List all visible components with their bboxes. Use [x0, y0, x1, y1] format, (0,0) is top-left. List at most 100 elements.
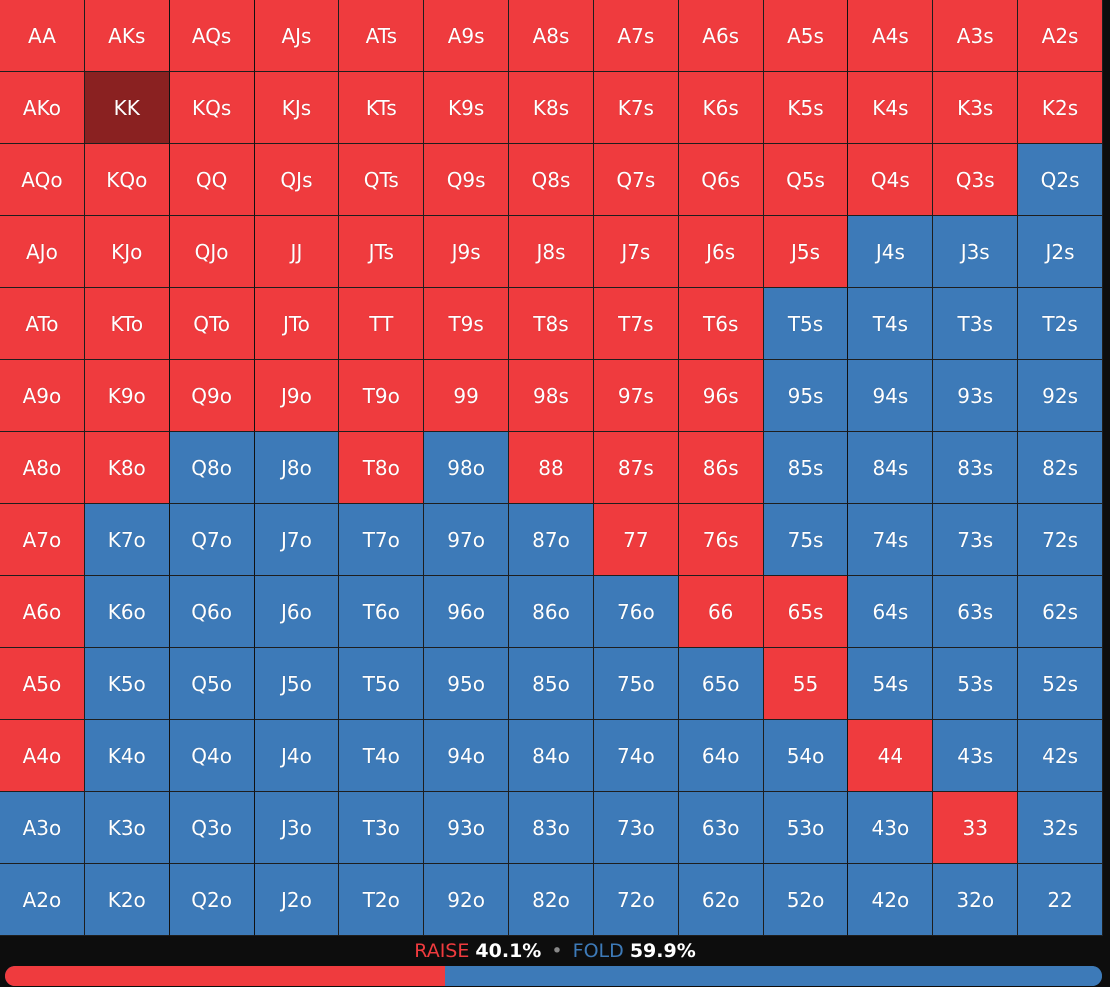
hand-cell-k4s[interactable]: K4s	[848, 72, 934, 144]
hand-cell-72s[interactable]: 72s	[1018, 504, 1103, 576]
hand-cell-q8s[interactable]: Q8s	[509, 144, 594, 216]
hand-cell-j5s[interactable]: J5s	[763, 216, 849, 288]
hand-cell-kjs[interactable]: KJs	[254, 72, 340, 144]
hand-cell-82s[interactable]: 82s	[1018, 432, 1103, 504]
hand-cell-k3s[interactable]: K3s	[933, 72, 1019, 144]
hand-cell-q3o[interactable]: Q3o	[169, 792, 255, 864]
hand-cell-tt[interactable]: TT	[339, 288, 425, 360]
hand-cell-92o[interactable]: 92o	[424, 864, 510, 936]
hand-cell-k2o[interactable]: K2o	[84, 864, 170, 936]
hand-cell-t7s[interactable]: T7s	[593, 288, 679, 360]
hand-cell-k7o[interactable]: K7o	[84, 504, 170, 576]
hand-cell-87s[interactable]: 87s	[593, 432, 679, 504]
hand-cell-99[interactable]: 99	[424, 360, 510, 432]
hand-cell-t5o[interactable]: T5o	[339, 648, 425, 720]
hand-cell-t2s[interactable]: T2s	[1018, 288, 1103, 360]
hand-cell-64o[interactable]: 64o	[678, 720, 764, 792]
hand-cell-43o[interactable]: 43o	[848, 792, 934, 864]
hand-cell-t5s[interactable]: T5s	[763, 288, 849, 360]
hand-cell-93o[interactable]: 93o	[424, 792, 510, 864]
hand-cell-94o[interactable]: 94o	[424, 720, 510, 792]
hand-cell-a9s[interactable]: A9s	[424, 0, 510, 72]
hand-cell-k5s[interactable]: K5s	[763, 72, 849, 144]
hand-cell-64s[interactable]: 64s	[848, 576, 934, 648]
hand-cell-97s[interactable]: 97s	[593, 360, 679, 432]
hand-cell-75o[interactable]: 75o	[593, 648, 679, 720]
hand-cell-a2s[interactable]: A2s	[1018, 0, 1103, 72]
hand-cell-62o[interactable]: 62o	[678, 864, 764, 936]
hand-cell-53o[interactable]: 53o	[763, 792, 849, 864]
hand-cell-a5s[interactable]: A5s	[763, 0, 849, 72]
hand-cell-t8s[interactable]: T8s	[509, 288, 594, 360]
hand-cell-a7o[interactable]: A7o	[0, 504, 85, 576]
hand-cell-q7o[interactable]: Q7o	[169, 504, 255, 576]
hand-cell-kk[interactable]: KK	[84, 72, 170, 144]
hand-cell-98s[interactable]: 98s	[509, 360, 594, 432]
hand-cell-t8o[interactable]: T8o	[339, 432, 425, 504]
hand-cell-jj[interactable]: JJ	[254, 216, 340, 288]
hand-cell-k4o[interactable]: K4o	[84, 720, 170, 792]
hand-cell-a8o[interactable]: A8o	[0, 432, 85, 504]
hand-cell-aa[interactable]: AA	[0, 0, 85, 72]
hand-cell-a6o[interactable]: A6o	[0, 576, 85, 648]
hand-cell-88[interactable]: 88	[509, 432, 594, 504]
hand-cell-87o[interactable]: 87o	[509, 504, 594, 576]
hand-cell-qto[interactable]: QTo	[169, 288, 255, 360]
hand-cell-74o[interactable]: 74o	[593, 720, 679, 792]
hand-cell-95s[interactable]: 95s	[763, 360, 849, 432]
hand-cell-84s[interactable]: 84s	[848, 432, 934, 504]
hand-cell-j8s[interactable]: J8s	[509, 216, 594, 288]
hand-cell-q7s[interactable]: Q7s	[593, 144, 679, 216]
hand-cell-63s[interactable]: 63s	[933, 576, 1019, 648]
hand-cell-q9s[interactable]: Q9s	[424, 144, 510, 216]
hand-cell-96o[interactable]: 96o	[424, 576, 510, 648]
hand-cell-q5s[interactable]: Q5s	[763, 144, 849, 216]
hand-cell-qjs[interactable]: QJs	[254, 144, 340, 216]
hand-cell-a8s[interactable]: A8s	[509, 0, 594, 72]
hand-cell-ajo[interactable]: AJo	[0, 216, 85, 288]
hand-cell-83s[interactable]: 83s	[933, 432, 1019, 504]
hand-cell-t6s[interactable]: T6s	[678, 288, 764, 360]
hand-cell-97o[interactable]: 97o	[424, 504, 510, 576]
hand-cell-t4s[interactable]: T4s	[848, 288, 934, 360]
hand-cell-q3s[interactable]: Q3s	[933, 144, 1019, 216]
hand-cell-a3o[interactable]: A3o	[0, 792, 85, 864]
hand-cell-qts[interactable]: QTs	[339, 144, 425, 216]
hand-cell-k9o[interactable]: K9o	[84, 360, 170, 432]
hand-cell-a6s[interactable]: A6s	[678, 0, 764, 72]
hand-cell-q2o[interactable]: Q2o	[169, 864, 255, 936]
hand-cell-44[interactable]: 44	[848, 720, 934, 792]
hand-cell-86s[interactable]: 86s	[678, 432, 764, 504]
hand-cell-jto[interactable]: JTo	[254, 288, 340, 360]
hand-cell-q6s[interactable]: Q6s	[678, 144, 764, 216]
hand-cell-j7o[interactable]: J7o	[254, 504, 340, 576]
hand-cell-32s[interactable]: 32s	[1018, 792, 1103, 864]
hand-cell-72o[interactable]: 72o	[593, 864, 679, 936]
hand-cell-85o[interactable]: 85o	[509, 648, 594, 720]
hand-cell-k3o[interactable]: K3o	[84, 792, 170, 864]
hand-cell-77[interactable]: 77	[593, 504, 679, 576]
hand-cell-33[interactable]: 33	[933, 792, 1019, 864]
hand-cell-q6o[interactable]: Q6o	[169, 576, 255, 648]
hand-cell-a4s[interactable]: A4s	[848, 0, 934, 72]
hand-cell-a2o[interactable]: A2o	[0, 864, 85, 936]
hand-cell-q2s[interactable]: Q2s	[1018, 144, 1103, 216]
hand-cell-t9s[interactable]: T9s	[424, 288, 510, 360]
hand-cell-95o[interactable]: 95o	[424, 648, 510, 720]
hand-cell-k5o[interactable]: K5o	[84, 648, 170, 720]
hand-cell-ajs[interactable]: AJs	[254, 0, 340, 72]
hand-cell-k9s[interactable]: K9s	[424, 72, 510, 144]
hand-cell-43s[interactable]: 43s	[933, 720, 1019, 792]
hand-cell-kjo[interactable]: KJo	[84, 216, 170, 288]
hand-cell-52s[interactable]: 52s	[1018, 648, 1103, 720]
hand-cell-t3s[interactable]: T3s	[933, 288, 1019, 360]
hand-cell-63o[interactable]: 63o	[678, 792, 764, 864]
hand-cell-j7s[interactable]: J7s	[593, 216, 679, 288]
hand-cell-kts[interactable]: KTs	[339, 72, 425, 144]
hand-cell-65s[interactable]: 65s	[763, 576, 849, 648]
hand-cell-q8o[interactable]: Q8o	[169, 432, 255, 504]
hand-cell-t9o[interactable]: T9o	[339, 360, 425, 432]
hand-cell-j3s[interactable]: J3s	[933, 216, 1019, 288]
hand-cell-73o[interactable]: 73o	[593, 792, 679, 864]
hand-cell-aks[interactable]: AKs	[84, 0, 170, 72]
